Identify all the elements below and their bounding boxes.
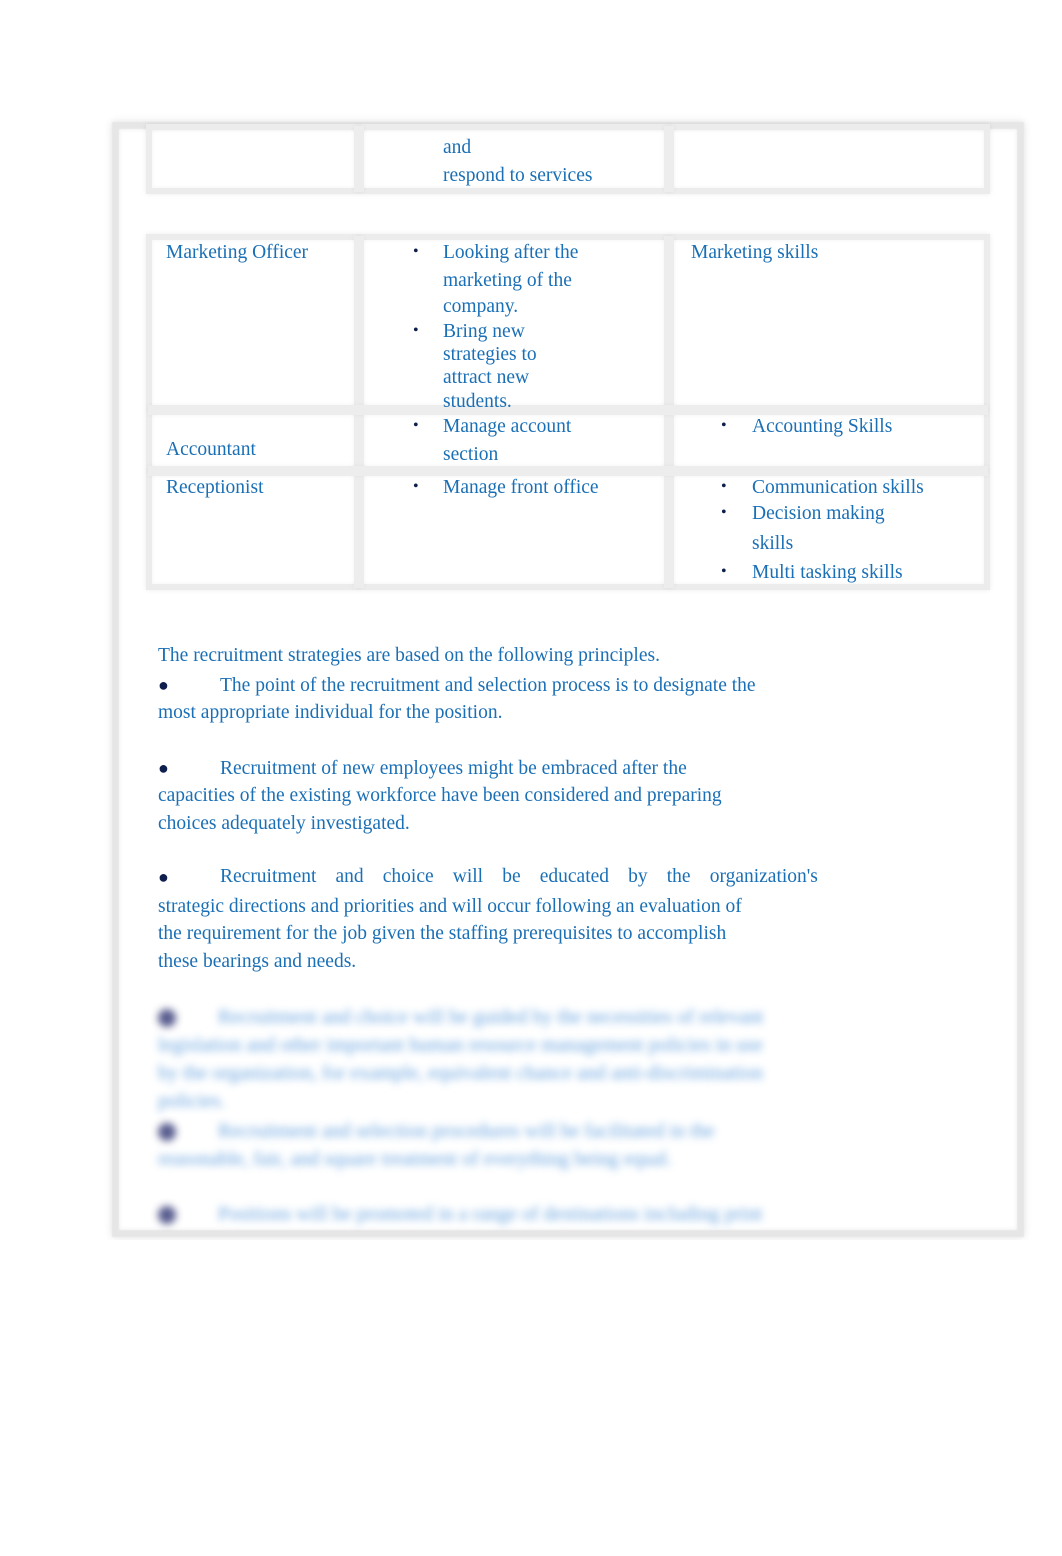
duty-text: Manage front office [443, 477, 599, 498]
duty-text: students. [443, 391, 512, 412]
principle-text: strategic directions and priorities and … [158, 896, 742, 917]
duty-text: Looking after the [443, 242, 579, 263]
blurred-item: Positions will be promoted in a range of… [158, 1200, 762, 1228]
bullet-icon: • [413, 243, 419, 260]
word: the [666, 866, 691, 887]
duty-text: Manage account [443, 416, 572, 437]
blurred-text: Recruitment and choice will be guided by… [218, 1006, 764, 1028]
principle-first-line: ● Recruitment and choice will be educate… [158, 863, 818, 891]
bullet-icon [158, 1123, 176, 1142]
bullet-icon: ● [158, 675, 169, 695]
bullet-icon: ● [158, 867, 169, 887]
bullet-icon: • [413, 417, 419, 434]
skill-text: Multi tasking skills [752, 562, 903, 583]
blurred-text: by the organization, for example, equiva… [158, 1062, 763, 1084]
table-row-divider [148, 466, 988, 476]
blurred-item: Recruitment and selection procedures wil… [158, 1117, 714, 1173]
table-cell-text: and [443, 137, 472, 158]
principle-text: choices adequately investigated. [158, 813, 410, 834]
principles-intro: The recruitment strategies are based on … [158, 645, 660, 666]
principle-text: most appropriate individual for the posi… [158, 702, 503, 723]
principle-first-line: ● Recruitment of new employees might be e… [158, 754, 687, 783]
word: by [628, 866, 648, 887]
word: organization's [709, 866, 818, 887]
principle-first-line: ● The point of the recruitment and select… [158, 671, 756, 700]
blurred-text: reasonable, fair, and square treatment o… [158, 1148, 672, 1170]
skill-text: Communication skills [752, 477, 924, 498]
principle-text: capacities of the existing workforce hav… [158, 785, 722, 806]
principle-text: these bearings and needs. [158, 951, 357, 972]
bullet-icon: • [413, 478, 419, 495]
duty-text: attract new [443, 367, 530, 388]
bullet-icon: • [721, 563, 727, 580]
skill-text: Marketing skills [691, 242, 819, 263]
document-page: and respond to services Marketing Office… [0, 0, 1062, 1556]
role-name: Accountant [166, 439, 256, 460]
principle-text: the requirement for the job given the st… [158, 923, 727, 944]
blurred-text: Positions will be promoted in a range of… [218, 1203, 763, 1225]
duty-text: Bring new [443, 321, 525, 342]
bullet-icon: • [413, 322, 419, 339]
blurred-text: legislation and other important human re… [158, 1034, 763, 1056]
duty-text: section [443, 444, 499, 465]
duty-text: strategies to [443, 344, 537, 365]
blurred-item: Recruitment and choice will be guided by… [158, 1003, 763, 1115]
word: will [452, 866, 484, 887]
blurred-text: policies. [158, 1090, 226, 1112]
word: choice [382, 866, 434, 887]
word: Recruitment [220, 866, 317, 887]
word: be [502, 866, 521, 887]
role-name: Receptionist [166, 477, 264, 498]
bullet-icon [158, 1206, 176, 1225]
principle-text: Recruitment of new employees might be em… [220, 758, 687, 779]
blurred-text: Recruitment and selection procedures wil… [218, 1120, 715, 1142]
skill-text: Accounting Skills [752, 416, 893, 437]
principle-text: The point of the recruitment and selecti… [220, 675, 756, 696]
role-name: Marketing Officer [166, 242, 309, 263]
table-row-divider [148, 405, 988, 415]
bullet-icon: ● [158, 758, 169, 778]
table-column-divider [354, 126, 364, 192]
table-column-divider [664, 126, 674, 192]
bullet-icon: • [721, 478, 727, 495]
table-cell-text: respond to services [443, 165, 593, 186]
bullet-icon [158, 1009, 176, 1028]
principle-text: Recruitment and choice will be educated … [220, 863, 818, 891]
duty-text: marketing of the [443, 270, 572, 291]
skill-text: Decision making [752, 503, 885, 524]
word: and [335, 866, 364, 887]
page-background [0, 1240, 1062, 1556]
skill-text: skills [752, 533, 794, 554]
word: educated [539, 866, 610, 887]
bullet-icon: • [721, 504, 727, 521]
bullet-icon: • [721, 417, 727, 434]
duty-text: company. [443, 296, 519, 317]
